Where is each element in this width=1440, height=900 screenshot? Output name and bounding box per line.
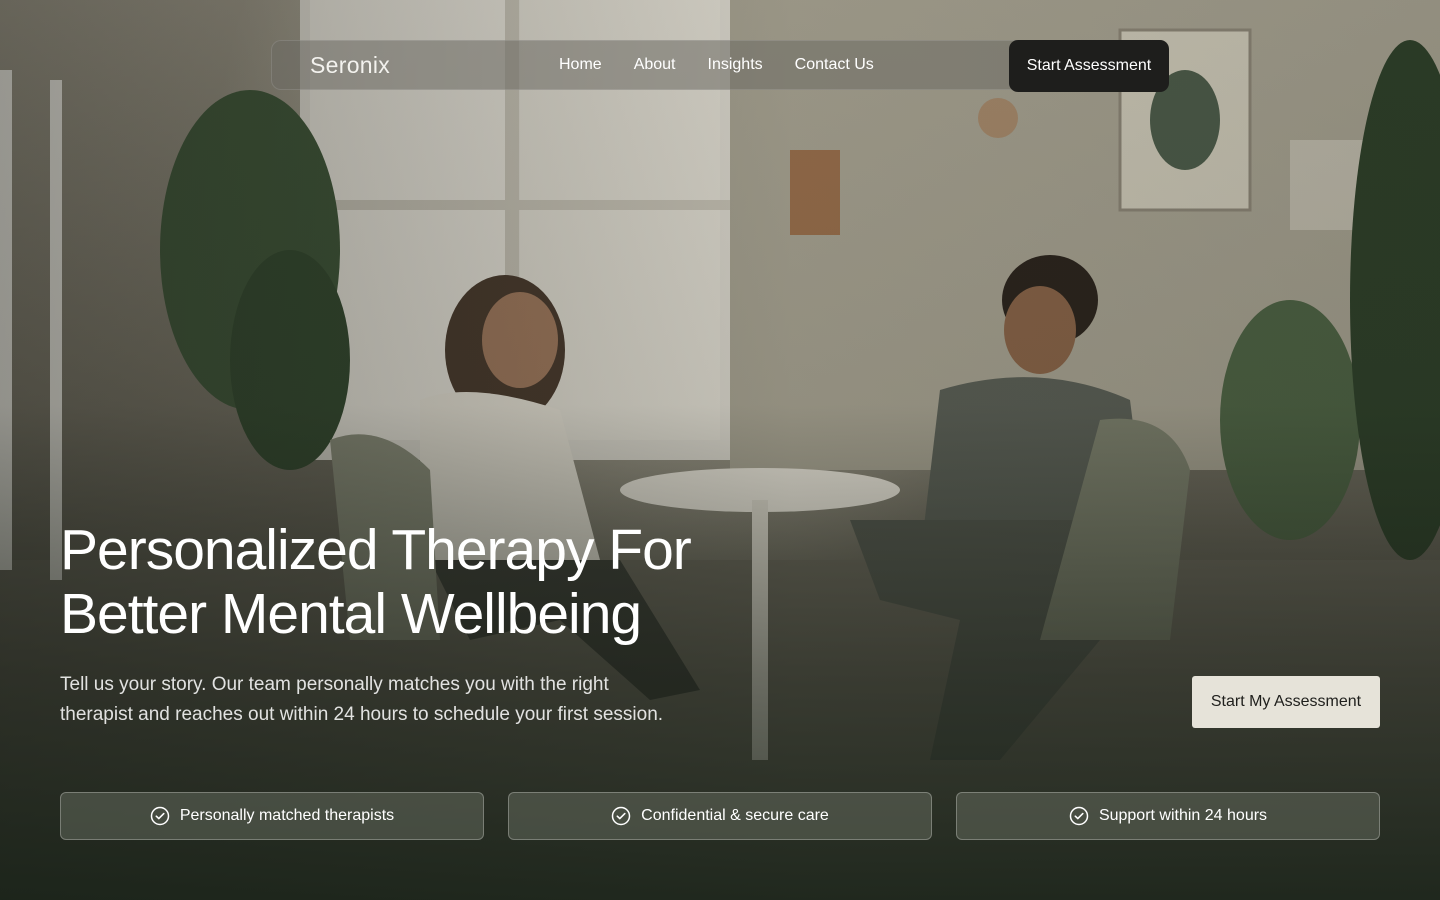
nav-link-about[interactable]: About xyxy=(634,56,676,74)
nav-link-home[interactable]: Home xyxy=(559,56,602,74)
check-circle-icon xyxy=(611,806,631,826)
feature-label: Support within 24 hours xyxy=(1098,807,1268,824)
nav-links: Home About Insights Contact Us xyxy=(559,56,874,74)
feature-label: Confidential & secure care xyxy=(641,807,829,824)
start-assessment-button[interactable]: Start Assessment xyxy=(1009,40,1169,92)
feature-list: Personally matched therapists Confidenti… xyxy=(60,792,1380,840)
brand-logo[interactable]: Seronix xyxy=(310,52,390,79)
check-circle-icon xyxy=(1069,806,1089,826)
hero-subtext: Tell us your story. Our team personally … xyxy=(60,670,740,730)
hero-subtext-line-2: therapist and reaches out within 24 hour… xyxy=(60,704,664,725)
feature-label: Personally matched therapists xyxy=(179,807,395,824)
hero-headline-line-2: Better Mental Wellbeing xyxy=(60,582,642,646)
nav-link-contact-us[interactable]: Contact Us xyxy=(795,56,874,74)
feature-pill: Confidential & secure care xyxy=(508,792,932,840)
hero-subtext-line-1: Tell us your story. Our team personally … xyxy=(60,674,609,695)
hero-headline: Personalized Therapy For Better Mental W… xyxy=(60,518,780,646)
feature-pill: Personally matched therapists xyxy=(60,792,484,840)
hero-dark-overlay xyxy=(0,0,1440,900)
top-navbar: Seronix Home About Insights Contact Us S… xyxy=(271,40,1169,92)
feature-pill: Support within 24 hours xyxy=(956,792,1380,840)
start-my-assessment-button[interactable]: Start My Assessment xyxy=(1192,676,1380,728)
hero-headline-line-1: Personalized Therapy For xyxy=(60,518,692,582)
check-circle-icon xyxy=(150,806,170,826)
nav-link-insights[interactable]: Insights xyxy=(708,56,763,74)
hero-section: Seronix Home About Insights Contact Us S… xyxy=(0,0,1440,900)
